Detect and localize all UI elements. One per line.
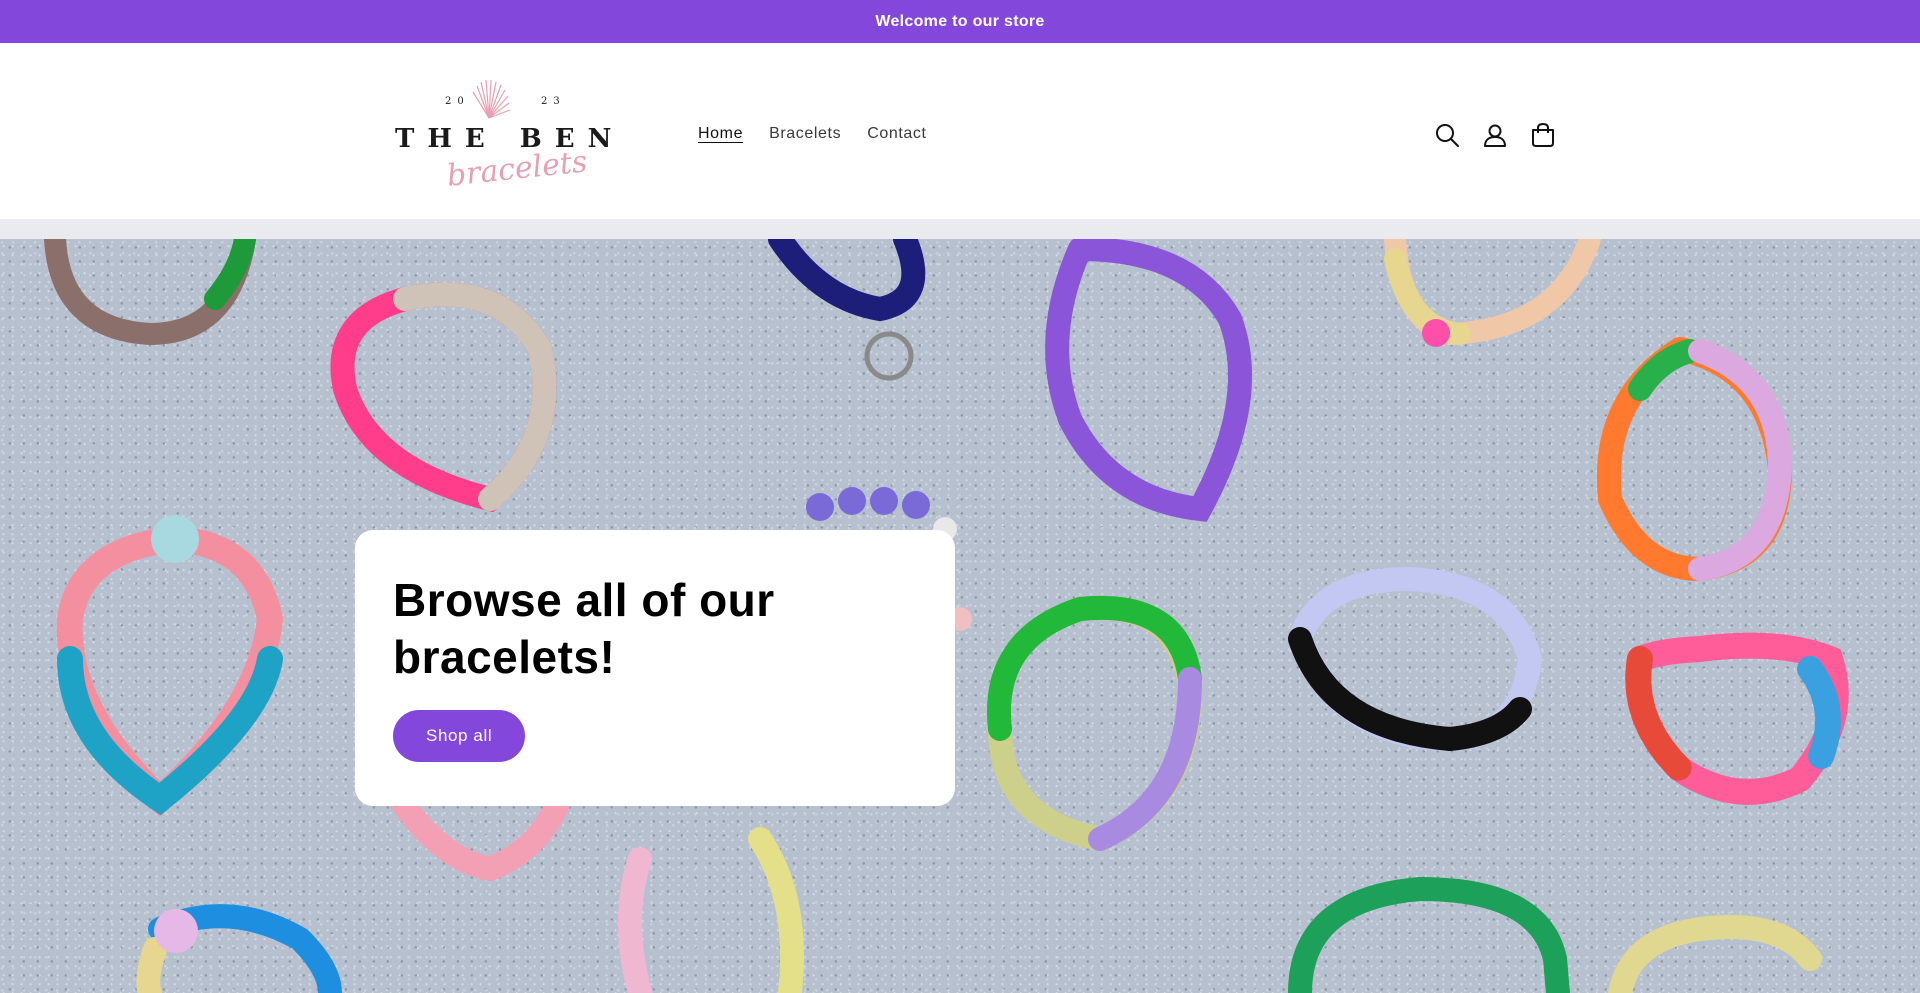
hero-banner: Browse all of our bracelets! Shop all [0,239,1920,993]
logo-year-left: 20 [445,96,470,107]
header-icons [1430,115,1574,155]
account-icon [1484,124,1506,147]
nav-contact[interactable]: Contact [867,123,926,145]
nav-home[interactable]: Home [698,123,743,145]
search-button[interactable] [1430,118,1464,152]
site-header: 20 23 THE BEND bracelets Home Bracelets … [0,43,1920,219]
main-nav: Home Bracelets Contact [698,119,953,149]
store-logo[interactable]: 20 23 THE BEND bracelets [393,68,618,198]
hero-bracelets-image [44,239,1849,993]
hero-card: Browse all of our bracelets! Shop all [355,530,955,806]
header-divider [0,219,1920,239]
announcement-text: Welcome to our store [875,12,1045,30]
announcement-bar: Welcome to our store [0,0,1920,43]
cart-button[interactable] [1526,118,1560,152]
search-icon [1436,124,1459,147]
logo-year-right: 23 [541,96,566,107]
hero-title: Browse all of our bracelets! [393,574,775,683]
logo-graphic: 20 23 THE BEND bracelets [395,79,618,194]
cart-icon [1532,122,1554,147]
account-button[interactable] [1478,118,1512,152]
shop-all-button[interactable]: Shop all [393,710,526,762]
nav-bracelets[interactable]: Bracelets [769,123,841,145]
